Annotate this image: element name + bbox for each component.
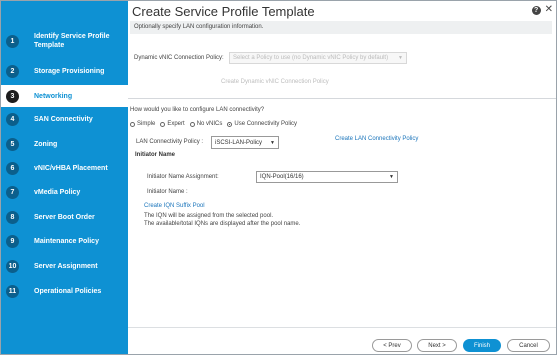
radio-no-vnics[interactable]: No vNICs <box>189 121 223 127</box>
wizard-step-san[interactable]: 4 SAN Connectivity <box>1 108 128 130</box>
lan-config-radio-group: Simple Expert No vNICs Use Connectivity … <box>130 121 302 127</box>
iqn-note-1: The IQN will be assigned from the select… <box>144 213 274 219</box>
wizard-step-storage[interactable]: 2 Storage Provisioning <box>1 60 128 82</box>
cancel-button[interactable]: Cancel <box>507 339 550 352</box>
step-number: 3 <box>6 89 19 103</box>
lan-policy-label: LAN Connectivity Policy : <box>136 139 204 145</box>
iqn-note-2: The available/total IQNs are displayed a… <box>144 221 301 227</box>
step-label: Identify Service Profile Template <box>34 33 110 49</box>
wizard-content: Create Service Profile Template ? ✕ Opti… <box>128 1 556 354</box>
step-number: 4 <box>6 112 19 126</box>
wizard-sidebar: 1 Identify Service Profile Template 2 St… <box>1 1 128 354</box>
initiator-assignment-select[interactable]: IQN-Pool(16/16) ▼ <box>256 171 398 183</box>
step-number: 10 <box>6 259 19 273</box>
radio-expert-label: Expert <box>167 121 185 127</box>
radio-simple[interactable]: Simple <box>130 121 155 127</box>
step-label: Operational Policies <box>34 287 102 295</box>
wizard-step-identify[interactable]: 1 Identify Service Profile Template <box>1 28 128 54</box>
radio-use-connectivity-policy[interactable]: Use Connectivity Policy <box>227 121 297 127</box>
step-label: Server Assignment <box>34 262 98 270</box>
wizard-step-maintenance[interactable]: 9 Maintenance Policy <box>1 230 128 252</box>
step-number: 5 <box>6 137 19 151</box>
wizard-title: Create Service Profile Template <box>132 4 315 19</box>
wizard-step-operational[interactable]: 11 Operational Policies <box>1 280 128 302</box>
chevron-down-icon: ▼ <box>389 174 394 180</box>
next-button[interactable]: Next > <box>417 339 457 352</box>
initiator-assignment-value: IQN-Pool(16/16) <box>260 174 304 180</box>
step-label: vNIC/vHBA Placement <box>34 164 108 172</box>
radio-circle <box>130 121 135 127</box>
close-icon[interactable]: ✕ <box>545 5 553 15</box>
radio-circle <box>189 121 195 127</box>
step-label: Networking <box>34 92 73 100</box>
lan-config-question: How would you like to configure LAN conn… <box>130 107 265 113</box>
initiator-name-header: Initiator Name <box>135 152 176 158</box>
wizard-step-boot-order[interactable]: 8 Server Boot Order <box>1 206 128 228</box>
step-number: 2 <box>6 64 19 78</box>
dynamic-vnic-select: Select a Policy to use (no Dynamic vNIC … <box>229 52 407 64</box>
dynamic-vnic-label: Dynamic vNIC Connection Policy: <box>134 55 224 61</box>
help-icon[interactable]: ? <box>531 5 541 15</box>
wizard-window: 1 Identify Service Profile Template 2 St… <box>0 0 557 355</box>
chevron-down-icon: ▼ <box>270 139 275 146</box>
step-label: Maintenance Policy <box>34 237 99 245</box>
step-number: 8 <box>6 210 19 224</box>
step-label: Server Boot Order <box>34 213 95 221</box>
step-number: 7 <box>6 185 19 199</box>
chevron-down-icon: ▼ <box>398 55 403 61</box>
radio-circle <box>160 121 166 127</box>
wizard-step-server-assignment[interactable]: 10 Server Assignment <box>1 255 128 277</box>
initiator-assignment-label: Initiator Name Assignment: <box>147 174 219 180</box>
initiator-name-label: Initiator Name : <box>147 189 188 195</box>
info-text: Optionally specify LAN configuration inf… <box>134 24 264 30</box>
wizard-step-vmedia[interactable]: 7 vMedia Policy <box>1 181 128 203</box>
create-lan-policy-link[interactable]: Create LAN Connectivity Policy <box>335 136 418 142</box>
create-iqn-suffix-pool-link[interactable]: Create IQN Suffix Pool <box>144 203 205 209</box>
step-label: SAN Connectivity <box>34 115 93 123</box>
header-icons: ? ✕ <box>531 5 553 15</box>
radio-simple-label: Simple <box>137 121 156 127</box>
step-number: 11 <box>6 284 19 298</box>
wizard-step-zoning[interactable]: 5 Zoning <box>1 133 128 155</box>
create-dynamic-vnic-link: Create Dynamic vNIC Connection Policy <box>221 79 329 85</box>
finish-button[interactable]: Finish <box>463 339 501 352</box>
footer-divider <box>128 327 556 328</box>
wizard-step-placement[interactable]: 6 vNIC/vHBA Placement <box>1 157 128 179</box>
section-divider <box>128 98 556 99</box>
dynamic-vnic-value: Select a Policy to use (no Dynamic vNIC … <box>233 55 389 61</box>
lan-policy-value: iSCSI-LAN-Policy <box>215 139 263 146</box>
step-number: 1 <box>6 34 19 48</box>
step-label: vMedia Policy <box>34 188 81 196</box>
radio-use-policy-label: Use Connectivity Policy <box>234 121 298 127</box>
radio-circle-selected <box>227 121 233 127</box>
radio-expert[interactable]: Expert <box>160 121 185 127</box>
radio-no-vnics-label: No vNICs <box>196 121 223 127</box>
step-label: Zoning <box>34 140 58 148</box>
step-number: 6 <box>6 161 19 175</box>
wizard-step-networking[interactable]: 3 Networking <box>1 85 128 107</box>
step-number: 9 <box>6 234 19 248</box>
step-label: Storage Provisioning <box>34 67 105 75</box>
prev-button[interactable]: < Prev <box>372 339 412 352</box>
lan-policy-select[interactable]: iSCSI-LAN-Policy ▼ <box>211 136 279 149</box>
